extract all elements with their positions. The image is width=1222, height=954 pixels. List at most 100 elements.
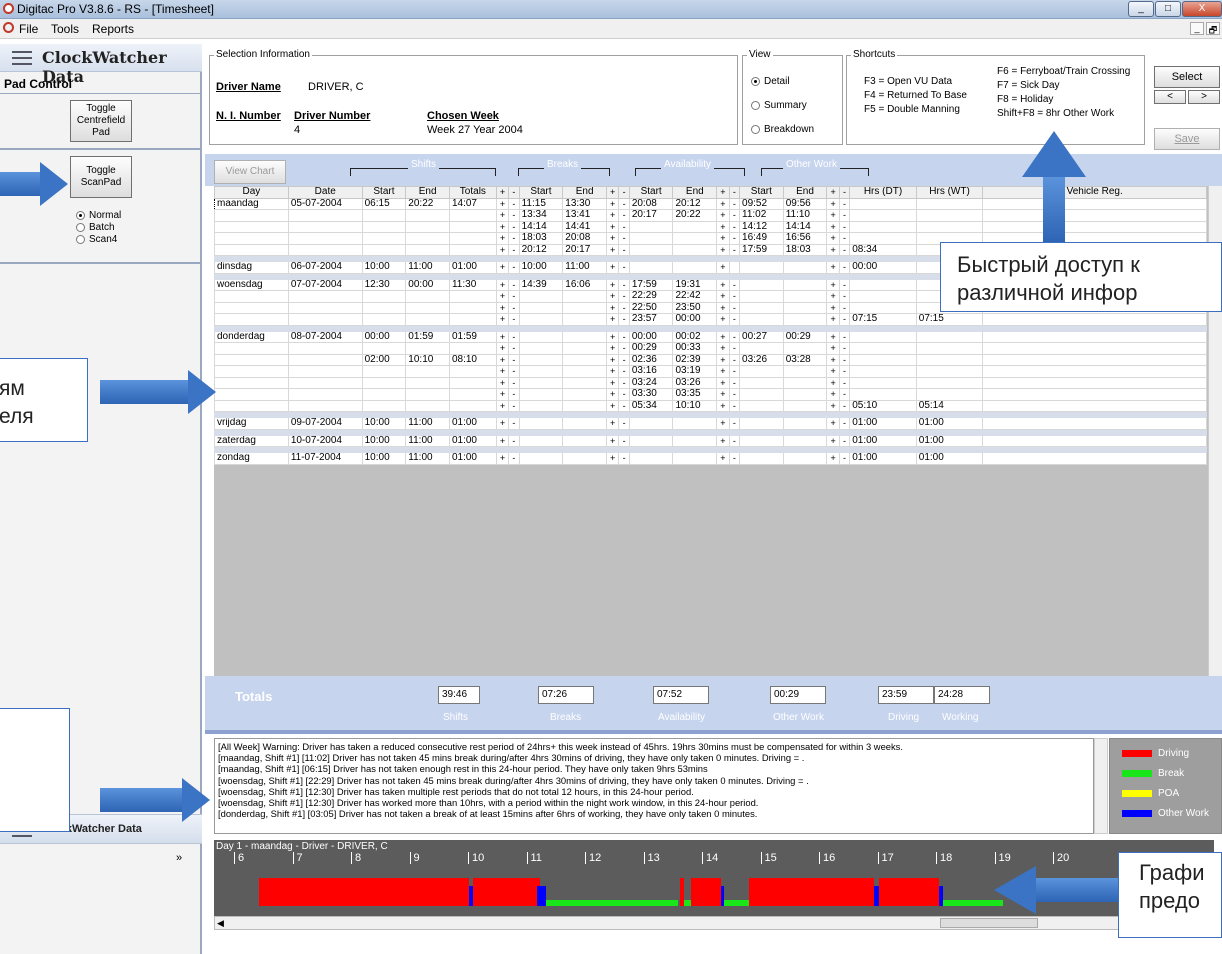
table-cell[interactable] (214, 301, 289, 314)
table-cell[interactable]: 05-07-2004 (287, 197, 363, 210)
remove-entry-button[interactable]: - (728, 452, 741, 465)
table-cell[interactable] (361, 388, 407, 401)
table-cell[interactable] (518, 313, 564, 326)
table-cell[interactable]: 01:00 (448, 452, 497, 465)
table-cell[interactable]: 11:10 (782, 209, 828, 222)
table-cell[interactable]: 00:00 (672, 313, 718, 326)
remove-entry-button[interactable]: - (838, 388, 851, 401)
table-cell[interactable] (214, 353, 289, 366)
menu-tools[interactable]: Tools (51, 22, 79, 36)
table-cell[interactable]: 02:36 (628, 353, 674, 366)
table-cell[interactable] (361, 313, 407, 326)
table-cell[interactable] (405, 209, 450, 222)
add-entry-button[interactable]: + (605, 342, 620, 355)
table-cell[interactable] (915, 209, 984, 222)
table-cell[interactable]: 11:00 (405, 261, 450, 274)
remove-entry-button[interactable]: - (508, 388, 520, 401)
table-cell[interactable]: 20:22 (672, 209, 718, 222)
add-entry-button[interactable]: + (495, 220, 510, 233)
column-header[interactable]: End (562, 186, 607, 199)
table-cell[interactable] (361, 301, 407, 314)
remove-entry-button[interactable]: - (728, 365, 741, 378)
add-entry-button[interactable]: + (495, 365, 510, 378)
table-cell[interactable] (287, 290, 363, 303)
table-cell[interactable] (915, 353, 984, 366)
column-header[interactable]: Start (739, 186, 784, 199)
table-cell[interactable] (287, 243, 363, 256)
remove-entry-button[interactable]: - (618, 290, 630, 303)
add-entry-button[interactable]: + (495, 353, 510, 366)
remove-entry-button[interactable]: - (508, 353, 520, 366)
table-cell[interactable] (214, 232, 289, 245)
remove-entry-button[interactable]: - (838, 417, 851, 430)
table-cell[interactable] (562, 452, 607, 465)
table-cell[interactable] (405, 290, 450, 303)
add-entry-button[interactable]: + (716, 209, 730, 222)
table-cell[interactable] (214, 209, 289, 222)
inner-minimize-button[interactable]: _ (1190, 22, 1204, 35)
table-cell[interactable] (448, 388, 497, 401)
table-cell[interactable]: 14:12 (739, 220, 784, 233)
table-row[interactable]: vrijdag 09-07-2004 10:00 11:00 01:00 + - + - + - + -… (214, 417, 1207, 430)
add-entry-button[interactable]: + (716, 313, 730, 326)
table-cell[interactable]: 03:19 (672, 365, 718, 378)
add-entry-button[interactable]: + (716, 388, 730, 401)
remove-entry-button[interactable]: - (618, 209, 630, 222)
table-cell[interactable] (448, 232, 497, 245)
add-entry-button[interactable]: + (716, 399, 730, 412)
remove-entry-button[interactable]: - (508, 278, 520, 291)
column-header[interactable]: Totals (448, 186, 497, 199)
table-cell[interactable] (361, 376, 407, 389)
table-cell[interactable] (405, 220, 450, 233)
table-cell[interactable] (672, 220, 718, 233)
table-cell[interactable] (518, 399, 564, 412)
table-cell[interactable] (518, 301, 564, 314)
table-cell[interactable]: 11:30 (448, 278, 497, 291)
add-entry-button[interactable]: + (826, 399, 840, 412)
table-cell[interactable] (849, 376, 917, 389)
table-cell[interactable] (214, 399, 289, 412)
table-cell[interactable] (982, 434, 1207, 447)
inner-restore-button[interactable]: 🗗 (1206, 22, 1220, 35)
table-cell[interactable]: 01:59 (405, 330, 450, 343)
table-cell[interactable]: 13:30 (562, 197, 607, 210)
table-cell[interactable] (361, 342, 407, 355)
table-cell[interactable]: 00:00 (361, 330, 407, 343)
add-entry-button[interactable]: + (716, 417, 730, 430)
table-cell[interactable]: 08:10 (448, 353, 497, 366)
remove-entry-button[interactable]: - (618, 330, 630, 343)
table-cell[interactable]: zondag (214, 452, 289, 465)
table-cell[interactable] (982, 376, 1207, 389)
table-cell[interactable]: 10:00 (361, 417, 407, 430)
table-cell[interactable] (518, 365, 564, 378)
table-cell[interactable]: 14:39 (518, 278, 564, 291)
remove-entry-button[interactable]: - (728, 376, 741, 389)
table-cell[interactable] (915, 220, 984, 233)
add-entry-button[interactable]: + (716, 376, 730, 389)
table-cell[interactable] (405, 232, 450, 245)
close-button[interactable]: X (1182, 1, 1222, 17)
table-cell[interactable]: 08-07-2004 (287, 330, 363, 343)
table-cell[interactable]: 00:29 (782, 330, 828, 343)
remove-entry-button[interactable]: - (508, 417, 520, 430)
expand-chevron-icon[interactable]: » (176, 852, 182, 864)
column-header[interactable]: Hrs (WT) (915, 186, 984, 199)
table-cell[interactable]: 00:00 (628, 330, 674, 343)
table-cell[interactable] (982, 209, 1207, 222)
table-cell[interactable] (214, 243, 289, 256)
table-cell[interactable] (782, 434, 828, 447)
remove-entry-button[interactable]: - (728, 388, 741, 401)
table-cell[interactable]: 09:52 (739, 197, 784, 210)
remove-entry-button[interactable]: - (728, 220, 741, 233)
table-cell[interactable] (518, 388, 564, 401)
table-cell[interactable] (739, 261, 784, 274)
add-entry-button[interactable]: + (495, 301, 510, 314)
next-week-button[interactable]: > (1188, 90, 1220, 104)
remove-entry-button[interactable]: - (618, 342, 630, 355)
table-cell[interactable] (849, 342, 917, 355)
table-cell[interactable] (405, 376, 450, 389)
table-cell[interactable] (287, 209, 363, 222)
table-cell[interactable] (448, 220, 497, 233)
remove-entry-button[interactable]: - (838, 452, 851, 465)
add-entry-button[interactable]: + (826, 261, 840, 274)
